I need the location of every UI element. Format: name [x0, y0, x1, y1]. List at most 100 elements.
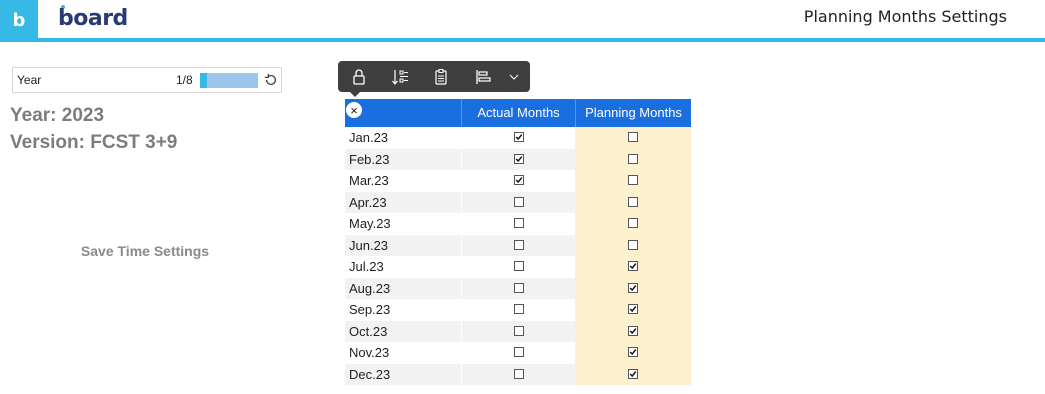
planning-cell [575, 256, 691, 278]
table-row: Sep.23 [345, 299, 691, 321]
lock-icon[interactable] [342, 61, 376, 92]
board-logo-mark[interactable]: b [0, 0, 38, 40]
table-row: Jun.23 [345, 234, 691, 256]
month-label: Jun.23 [349, 237, 389, 253]
planning-cell [575, 234, 691, 256]
dataview-toolbar [338, 61, 530, 92]
chevron-down-icon[interactable] [500, 61, 528, 92]
month-label: Jul.23 [349, 259, 384, 274]
selector-progress-fill [200, 73, 208, 88]
planning-cell [575, 127, 691, 149]
actual-cell [461, 234, 575, 256]
actual-cell [461, 277, 575, 299]
actual-cell [461, 299, 575, 321]
actual-month-checkbox[interactable] [513, 261, 524, 271]
month-label: Nov.23 [349, 345, 390, 360]
save-time-settings-button[interactable]: Save Time Settings [72, 240, 218, 262]
planning-month-checkbox[interactable] [628, 153, 638, 164]
actual-cell [461, 191, 575, 213]
actual-cell [461, 363, 575, 385]
header-divider [0, 38, 1045, 42]
actual-cell [461, 148, 575, 170]
table-row: Oct.23 [345, 320, 691, 342]
actual-cell [461, 320, 575, 342]
planning-cell [575, 299, 691, 321]
planning-month-checkbox[interactable] [628, 304, 638, 314]
actual-cell [461, 170, 575, 192]
actual-month-checkbox[interactable] [513, 175, 524, 185]
grid-header: × Actual Months Planning Months [345, 99, 691, 127]
table-row: Dec.23 [345, 363, 691, 385]
planning-cell [575, 148, 691, 170]
layout-icon[interactable] [466, 61, 500, 92]
table-row: Feb.23 [345, 148, 691, 170]
actual-cell [461, 213, 575, 235]
planning-month-checkbox[interactable] [628, 196, 638, 207]
actual-cell [461, 256, 575, 278]
actual-month-checkbox[interactable] [513, 196, 524, 207]
month-label: Oct.23 [349, 323, 388, 339]
planning-cell [575, 363, 691, 385]
board-logo-text: board [58, 6, 128, 31]
selector-progress-bar [200, 73, 258, 88]
actual-cell [461, 127, 575, 149]
table-row: May.23 [345, 213, 691, 235]
toolbar-caret [349, 91, 361, 97]
sort-filter-icon[interactable] [383, 61, 417, 92]
actual-month-checkbox[interactable] [513, 304, 524, 314]
planning-month-checkbox[interactable] [628, 175, 638, 185]
planning-month-checkbox[interactable] [628, 239, 638, 250]
month-label: Aug.23 [349, 280, 391, 296]
page-title: Planning Months Settings [803, 7, 1007, 26]
table-row: Nov.23 [345, 342, 691, 364]
month-label: Jan.23 [349, 130, 389, 145]
reset-icon[interactable] [264, 73, 278, 87]
info-year: Year: 2023 [10, 105, 105, 126]
month-label: Apr.23 [349, 194, 387, 210]
actual-month-checkbox[interactable] [513, 368, 524, 379]
planning-month-checkbox[interactable] [628, 261, 638, 271]
month-label: Sep.23 [349, 302, 391, 317]
planning-month-checkbox[interactable] [628, 347, 638, 357]
grid-body: Jan.23 Feb.23 Mar.23 Apr.23 May.23 Jun.23 Jul.… [345, 127, 691, 385]
table-row: Jan.23 [345, 127, 691, 149]
planning-cell [575, 277, 691, 299]
selector-count: 1/8 [176, 73, 193, 87]
app-header: b board Planning Months Settings [0, 0, 1045, 40]
planning-month-checkbox[interactable] [628, 368, 638, 379]
month-label: Feb.23 [349, 151, 390, 167]
planning-cell [575, 170, 691, 192]
actual-month-checkbox[interactable] [513, 132, 524, 142]
actual-cell [461, 342, 575, 364]
close-icon[interactable]: × [345, 101, 363, 119]
actual-month-checkbox[interactable] [513, 325, 524, 336]
month-label: Dec.23 [349, 366, 391, 382]
actual-month-checkbox[interactable] [513, 153, 524, 164]
planning-cell [575, 342, 691, 364]
table-row: Jul.23 [345, 256, 691, 278]
selector-label: Year [17, 73, 42, 87]
planning-cell [575, 191, 691, 213]
table-row: Aug.23 [345, 277, 691, 299]
clipboard-icon[interactable] [424, 61, 458, 92]
table-row: Mar.23 [345, 170, 691, 192]
month-label: Mar.23 [349, 173, 389, 188]
planning-cell [575, 213, 691, 235]
logo-letter: b [12, 9, 26, 31]
header-actual-months: Actual Months [461, 99, 575, 127]
planning-month-checkbox[interactable] [628, 282, 638, 293]
planning-month-checkbox[interactable] [628, 132, 638, 142]
actual-month-checkbox[interactable] [513, 239, 524, 250]
actual-month-checkbox[interactable] [513, 218, 524, 228]
planning-cell [575, 320, 691, 342]
actual-month-checkbox[interactable] [513, 347, 524, 357]
info-version: Version: FCST 3+9 [10, 132, 178, 153]
planning-month-checkbox[interactable] [628, 218, 638, 228]
planning-month-checkbox[interactable] [628, 325, 638, 336]
planning-months-grid: × Actual Months Planning Months Jan.23 Fe… [345, 99, 691, 385]
year-selector[interactable]: Year 1/8 [12, 67, 282, 93]
table-row: Apr.23 [345, 191, 691, 213]
month-label: May.23 [349, 216, 391, 231]
actual-month-checkbox[interactable] [513, 282, 524, 293]
header-planning-months: Planning Months [575, 99, 691, 127]
